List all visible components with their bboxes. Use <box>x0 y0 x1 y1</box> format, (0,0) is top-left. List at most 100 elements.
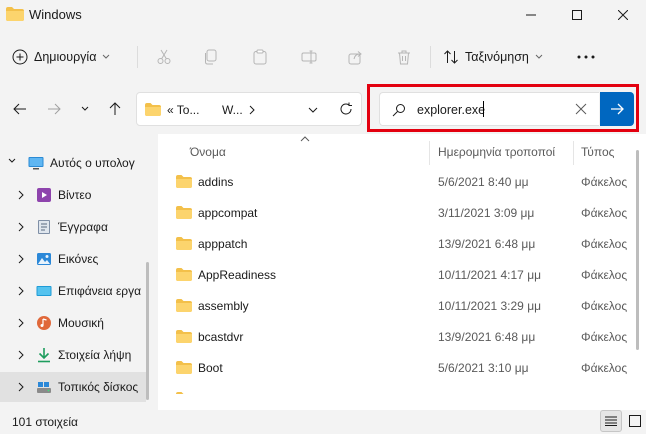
file-row[interactable]: assembly 10/11/2021 3:29 μμ Φάκελος <box>158 291 633 322</box>
nav-item-music[interactable]: Μουσική <box>0 308 146 338</box>
search-query[interactable]: explorer.exe <box>417 103 485 117</box>
clear-icon[interactable] <box>575 103 587 115</box>
forward-button[interactable] <box>43 98 65 120</box>
file-name[interactable]: assembly <box>198 299 249 313</box>
item-count: 101 στοιχεία <box>12 415 78 429</box>
file-row[interactable]: apppatch 13/9/2021 6:48 μμ Φάκελος <box>158 229 633 260</box>
chevron-right-icon[interactable] <box>18 318 24 328</box>
file-date: 10/11/2021 4:17 μμ <box>438 268 542 282</box>
file-type: Φάκελος <box>581 206 628 220</box>
delete-button[interactable] <box>392 45 416 69</box>
file-type: Φάκελος <box>581 299 628 313</box>
chevron-right-icon <box>249 105 255 115</box>
file-row[interactable]: appcompat 3/11/2021 3:09 μμ Φάκελος <box>158 198 633 229</box>
videos-icon <box>37 188 51 202</box>
file-row[interactable]: bcastdvr 13/9/2021 6:48 μμ Φάκελος <box>158 322 633 353</box>
scissors-icon <box>157 49 171 64</box>
text-caret <box>483 101 484 117</box>
minimize-button[interactable] <box>508 0 554 30</box>
details-view-icon <box>605 416 617 426</box>
nav-item-desktop[interactable]: Επιφάνεια εργα <box>0 276 146 306</box>
file-list-scrollbar[interactable] <box>636 150 639 350</box>
address-bar[interactable]: « To... W... <box>136 92 362 126</box>
recent-locations-button[interactable] <box>74 98 96 120</box>
search-go-button[interactable] <box>600 92 634 126</box>
more-options-button[interactable] <box>572 45 600 69</box>
chevron-right-icon[interactable] <box>18 254 24 264</box>
maximize-icon <box>572 10 582 20</box>
maximize-button[interactable] <box>554 0 600 30</box>
up-button[interactable] <box>104 98 126 120</box>
nav-label: Στοιχεία λήψη <box>58 348 132 362</box>
file-name[interactable]: bcastdvr <box>198 330 243 344</box>
close-icon <box>618 10 628 20</box>
copy-button[interactable] <box>199 45 223 69</box>
file-row-partial[interactable] <box>158 384 633 394</box>
rename-button[interactable] <box>297 45 321 69</box>
arrow-up-icon <box>109 102 121 115</box>
close-button[interactable] <box>600 0 646 30</box>
file-name[interactable]: AppReadiness <box>198 268 276 282</box>
share-button[interactable] <box>344 45 368 69</box>
copy-icon <box>205 49 217 65</box>
nav-item-downloads[interactable]: Στοιχεία λήψη <box>0 340 146 370</box>
folder-icon <box>176 268 192 281</box>
file-row[interactable]: AppReadiness 10/11/2021 4:17 μμ Φάκελος <box>158 260 633 291</box>
chevron-right-icon[interactable] <box>18 222 24 232</box>
column-header-type[interactable]: Τύπος <box>581 145 614 159</box>
chevron-down-icon[interactable] <box>8 158 16 164</box>
column-separator[interactable] <box>573 141 574 165</box>
file-date: 10/11/2021 3:29 μμ <box>438 299 542 313</box>
nav-item-pictures[interactable]: Εικόνες <box>0 244 146 274</box>
title-bar: Windows <box>0 0 646 30</box>
chevron-right-icon[interactable] <box>18 382 24 392</box>
arrow-left-icon <box>13 103 26 115</box>
folder-icon-wrap <box>176 392 192 394</box>
sort-label: Ταξινόμηση <box>465 50 529 64</box>
breadcrumb-segment[interactable]: « To... <box>167 103 199 117</box>
nav-item-videos[interactable]: Βίντεο <box>0 180 146 210</box>
nav-label: Επιφάνεια εργα <box>58 284 142 298</box>
chevron-right-icon[interactable] <box>18 286 24 296</box>
chevron-down-icon <box>103 54 110 59</box>
search-input[interactable]: explorer.exe <box>379 92 599 126</box>
column-header-name[interactable]: Όνομα <box>190 145 226 159</box>
file-name[interactable]: Boot <box>198 361 223 375</box>
navigation-pane: Αυτός ο υπολογ Βίντεο Έγγραφα Εικόνες Επ… <box>0 146 150 402</box>
sort-icon <box>444 50 458 64</box>
nav-scrollbar[interactable] <box>146 262 149 400</box>
folder-icon <box>6 7 24 21</box>
nav-item-documents[interactable]: Έγγραφα <box>0 212 146 242</box>
cut-button[interactable] <box>152 45 176 69</box>
paste-button[interactable] <box>248 45 272 69</box>
file-row[interactable]: Boot 5/6/2021 3:10 μμ Φάκελος <box>158 353 633 384</box>
file-name[interactable]: apppatch <box>198 237 247 251</box>
tiles-view-icon <box>629 415 641 427</box>
file-name[interactable]: appcompat <box>198 206 257 220</box>
plus-circle-icon <box>12 49 28 65</box>
sort-button[interactable]: Ταξινόμηση <box>443 44 543 70</box>
chevron-down-icon[interactable] <box>307 103 319 117</box>
file-type: Φάκελος <box>581 268 628 282</box>
column-separator[interactable] <box>429 141 430 165</box>
chevron-right-icon[interactable] <box>18 190 24 200</box>
nav-item-local-disk[interactable]: Τοπικός δίσκος <box>0 372 146 402</box>
local-disk-icon <box>37 382 51 393</box>
downloads-icon <box>38 348 50 363</box>
nav-label: Βίντεο <box>58 188 92 202</box>
file-date: 5/6/2021 8:40 μμ <box>438 175 529 189</box>
new-button[interactable]: Δημιουργία <box>12 44 110 70</box>
back-button[interactable] <box>9 98 31 120</box>
refresh-icon[interactable] <box>339 102 353 116</box>
details-view-button[interactable] <box>600 410 622 432</box>
file-name[interactable]: addins <box>198 175 233 189</box>
chevron-right-icon[interactable] <box>18 350 24 360</box>
file-row[interactable]: addins 5/6/2021 8:40 μμ Φάκελος <box>158 167 633 198</box>
breadcrumb-segment[interactable]: W... <box>222 103 243 117</box>
tiles-view-button[interactable] <box>626 411 644 431</box>
column-header-date[interactable]: Ημερομηνία τροποποί <box>438 145 555 159</box>
nav-item-this-pc[interactable]: Αυτός ο υπολογ <box>0 148 146 178</box>
file-type: Φάκελος <box>581 330 628 344</box>
file-date: 13/9/2021 6:48 μμ <box>438 237 536 251</box>
folder-icon-wrap <box>176 237 192 253</box>
